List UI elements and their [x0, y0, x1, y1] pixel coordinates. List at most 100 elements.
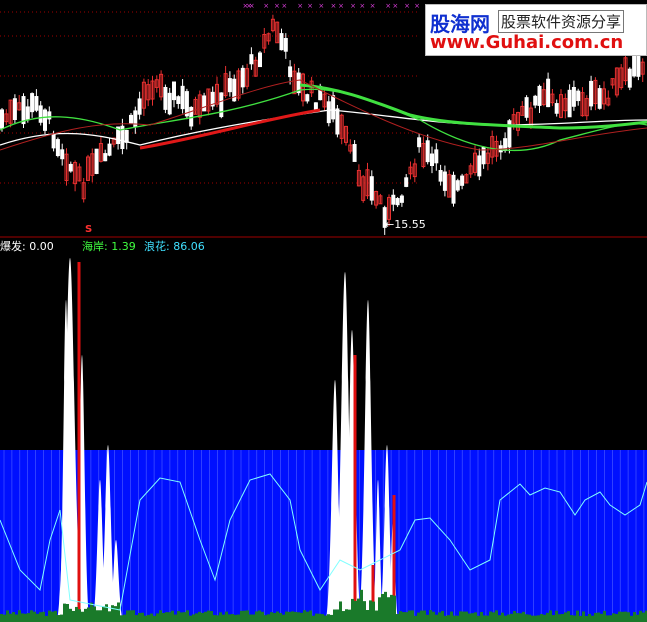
haian-green-bar: [60, 614, 63, 622]
haian-green-bar: [348, 609, 351, 622]
haian-green-bar: [177, 611, 180, 622]
haian-green-bar: [279, 613, 282, 622]
haian-green-bar: [84, 608, 87, 622]
haian-green-bar: [567, 611, 570, 622]
haian-green-bar: [549, 610, 552, 622]
haian-green-bar: [153, 615, 156, 622]
haian-green-bar: [159, 610, 162, 622]
haian-green-bar: [573, 615, 576, 622]
haian-green-bar: [423, 610, 426, 622]
haian-green-bar: [132, 610, 135, 622]
haian-green-bar: [171, 610, 174, 622]
haian-green-bar: [291, 611, 294, 622]
haian-green-bar: [381, 593, 384, 622]
haian-green-bar: [69, 608, 72, 622]
haian-green-bar: [309, 610, 312, 622]
haian-green-bar: [501, 612, 504, 622]
haian-green-bar: [507, 614, 510, 622]
haian-green-bar: [42, 611, 45, 622]
haian-green-bar: [504, 615, 507, 622]
haian-green-bar: [165, 612, 168, 622]
haian-green-bar: [606, 615, 609, 622]
haian-green-bar: [129, 610, 132, 622]
haian-green-bar: [246, 610, 249, 622]
haian-green-bar: [579, 615, 582, 622]
haian-green-bar: [123, 614, 126, 622]
haian-green-bar: [441, 610, 444, 622]
haian-green-bar: [138, 613, 141, 622]
haian-green-bar: [102, 606, 105, 622]
indicator-label-haian: 海岸: 1.39: [82, 240, 136, 253]
haian-green-bar: [447, 615, 450, 622]
indicator-label-langhua: 浪花: 86.06: [144, 240, 205, 253]
haian-green-bar: [396, 614, 399, 622]
haian-green-bar: [420, 610, 423, 622]
haian-green-bar: [318, 613, 321, 622]
haian-green-bar: [141, 612, 144, 622]
haian-green-bar: [312, 615, 315, 622]
haian-green-bar: [99, 610, 102, 622]
haian-green-bar: [558, 614, 561, 622]
haian-green-bar: [564, 612, 567, 622]
haian-green-bar: [222, 614, 225, 622]
haian-green-bar: [450, 611, 453, 622]
haian-green-bar: [261, 611, 264, 622]
haian-green-bar: [624, 611, 627, 622]
haian-green-bar: [357, 598, 360, 622]
haian-green-bar: [621, 611, 624, 622]
haian-green-bar: [288, 611, 291, 622]
haian-green-bar: [252, 614, 255, 622]
haian-green-bar: [63, 603, 66, 622]
haian-green-bar: [531, 615, 534, 622]
haian-green-bar: [477, 615, 480, 622]
haian-green-bar: [249, 614, 252, 622]
haian-green-bar: [33, 611, 36, 622]
haian-green-bar: [360, 589, 363, 622]
haian-green-bar: [444, 615, 447, 622]
watermark-slogan: 股票软件资源分享: [498, 10, 625, 33]
haian-green-bar: [375, 610, 378, 622]
haian-green-bar: [321, 614, 324, 622]
haian-green-bar: [162, 613, 165, 622]
haian-green-bar: [78, 609, 81, 622]
haian-green-bar: [534, 615, 537, 622]
haian-green-bar: [144, 615, 147, 622]
haian-green-bar: [408, 610, 411, 622]
watermark-url: www.Guhai.com.cn: [430, 32, 624, 53]
haian-green-bar: [81, 611, 84, 622]
haian-green-bar: [390, 594, 393, 622]
haian-green-bar: [459, 611, 462, 622]
haian-green-bar: [345, 609, 348, 622]
haian-green-bar: [333, 609, 336, 622]
haian-green-bar: [636, 614, 639, 622]
haian-green-bar: [438, 612, 441, 622]
haian-green-bar: [12, 612, 15, 622]
haian-green-bar: [555, 610, 558, 622]
haian-green-bar: [453, 615, 456, 622]
haian-green-bar: [633, 612, 636, 622]
haian-green-bar: [66, 603, 69, 622]
haian-green-bar: [207, 610, 210, 622]
indicator-panel[interactable]: [0, 0, 647, 622]
haian-green-bar: [45, 615, 48, 622]
haian-green-bar: [90, 602, 93, 622]
haian-green-bar: [519, 613, 522, 622]
haian-green-bar: [540, 614, 543, 622]
haian-green-bar: [126, 610, 129, 622]
haian-green-bar: [285, 611, 288, 622]
haian-green-bar: [111, 605, 114, 622]
haian-green-bar: [591, 615, 594, 622]
haian-green-bar: [15, 614, 18, 622]
haian-green-bar: [87, 607, 90, 622]
baofa-red-bar: [353, 355, 357, 622]
haian-green-bar: [399, 611, 402, 622]
haian-green-bar: [27, 613, 30, 622]
haian-green-bar: [273, 613, 276, 622]
haian-green-bar: [363, 601, 366, 622]
haian-green-bar: [393, 595, 396, 622]
haian-green-bar: [576, 610, 579, 622]
haian-green-bar: [489, 611, 492, 622]
signal-marker-icon: S: [85, 224, 93, 235]
haian-green-bar: [303, 610, 306, 622]
haian-green-bar: [195, 613, 198, 622]
